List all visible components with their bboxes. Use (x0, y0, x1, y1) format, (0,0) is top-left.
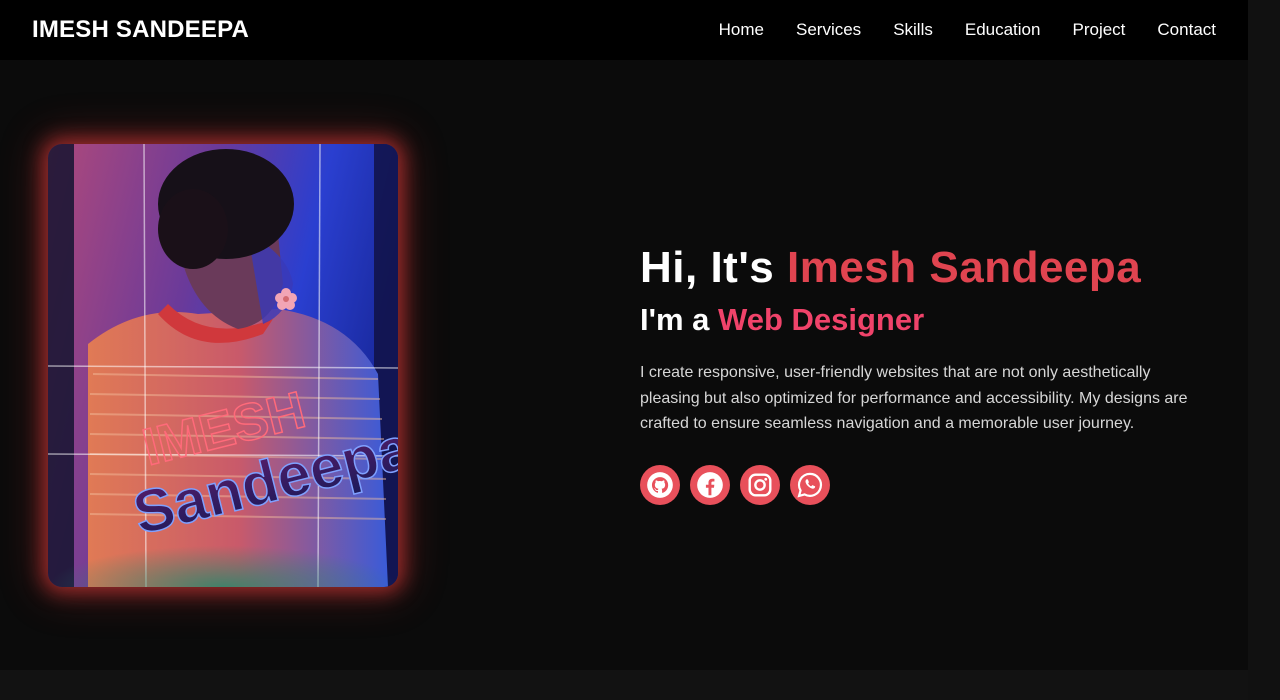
facebook-button[interactable] (690, 464, 730, 505)
scrollbar-gutter[interactable] (1248, 0, 1280, 700)
role-prefix: I'm a (640, 302, 719, 337)
github-icon (647, 471, 673, 498)
hero-name: Imesh Sandeepa (786, 243, 1142, 292)
bio-text: I create responsive, user-friendly websi… (640, 364, 1188, 432)
whatsapp-icon (797, 472, 823, 498)
greeting-prefix: Hi, It's (640, 243, 787, 292)
nav-link-home[interactable]: Home (719, 20, 764, 40)
instagram-button[interactable] (740, 464, 780, 505)
nav-link-services[interactable]: Services (796, 20, 861, 40)
hero-section: IMESH Sandeepa Hi, It's Imesh Sandeepa I… (0, 60, 1248, 670)
nav-menu: Home Services Skills Education Project C… (687, 20, 1216, 40)
intro-block: Hi, It's Imesh Sandeepa I'm a Web Design… (640, 240, 1200, 505)
instagram-icon (748, 473, 772, 496)
role-title: Web Designer (718, 302, 925, 337)
nav-link-project[interactable]: Project (1072, 20, 1125, 40)
nav-link-contact[interactable]: Contact (1157, 20, 1216, 40)
navbar: IMESH SANDEEPA Home Services Skills Educ… (0, 0, 1248, 60)
role-heading: I'm a Web Designer (640, 300, 1200, 340)
nav-link-education[interactable]: Education (965, 20, 1041, 40)
profile-photo: IMESH Sandeepa (48, 144, 398, 587)
profile-photo-art: IMESH Sandeepa (48, 144, 398, 587)
nav-link-skills[interactable]: Skills (893, 20, 933, 40)
github-button[interactable] (640, 464, 680, 505)
next-section-edge (0, 670, 1248, 700)
whatsapp-button[interactable] (790, 464, 830, 505)
social-links (640, 464, 1200, 505)
hero-heading: Hi, It's Imesh Sandeepa (640, 240, 1200, 296)
brand-logo[interactable]: IMESH SANDEEPA (32, 16, 249, 44)
facebook-icon (697, 471, 723, 498)
